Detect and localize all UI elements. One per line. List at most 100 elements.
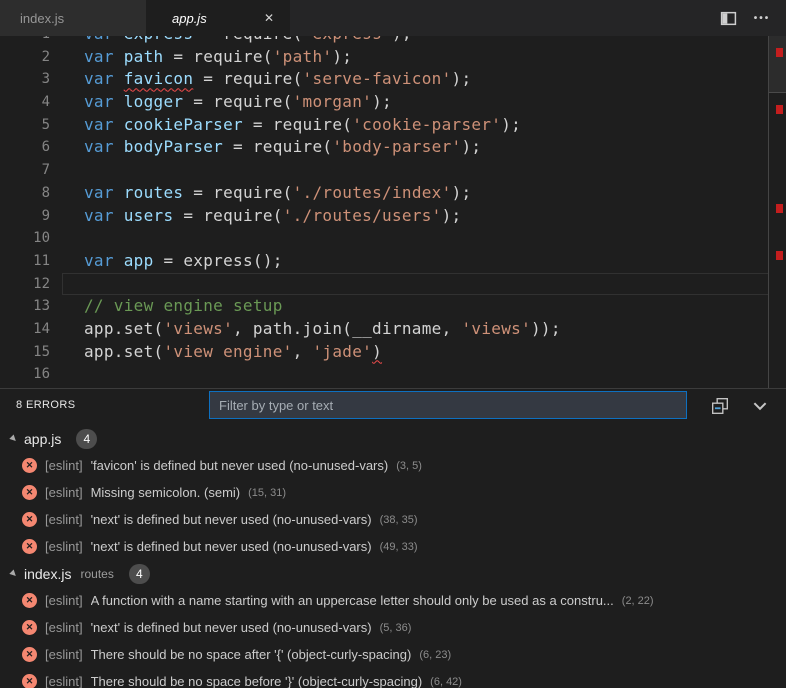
line-number[interactable]: 1 [0,36,50,46]
line-number[interactable]: 5 [0,114,50,137]
line-number[interactable]: 15 [0,341,50,364]
code-line[interactable]: 7 [0,159,769,182]
line-number[interactable]: 4 [0,91,50,114]
chevron-down-icon[interactable] [750,396,770,416]
collapse-all-icon[interactable] [710,396,730,416]
code-line[interactable]: 8 var routes = require('./routes/index'); [0,182,769,205]
code-text: var routes = require('./routes/index'); [84,182,471,205]
line-number[interactable]: 8 [0,182,50,205]
line-number[interactable]: 3 [0,68,50,91]
code-token: app [124,251,154,270]
code-token: 'jade' [312,342,372,361]
problem-message: 'next' is defined but never used (no-unu… [91,539,372,554]
code-token: = require( [223,137,332,156]
error-marker[interactable] [776,204,783,213]
code-token: ); [332,47,352,66]
problem-position: (5, 36) [380,622,412,634]
close-icon[interactable]: ✕ [261,10,277,26]
problem-row[interactable]: ✕[eslint]'next' is defined but never use… [0,506,786,533]
problem-row[interactable]: ✕[eslint]'favicon' is defined but never … [0,452,786,479]
scrollbar-thumb[interactable] [769,36,786,93]
error-marker[interactable] [776,105,783,114]
line-number[interactable]: 16 [0,363,50,386]
code-token: = require( [193,36,302,43]
file-name: app.js [24,431,61,447]
problem-row[interactable]: ✕[eslint]'next' is defined but never use… [0,614,786,641]
code-line[interactable]: 13// view engine setup [0,295,769,318]
tab-app-js[interactable]: app.js ✕ [146,0,290,36]
code-editor[interactable]: 1var express = require('express');2var p… [0,36,786,388]
problem-row[interactable]: ✕[eslint]'next' is defined but never use… [0,533,786,560]
more-actions-icon[interactable]: ••• [752,8,772,28]
problem-message: 'next' is defined but never used (no-unu… [91,512,372,527]
code-line[interactable]: 16 [0,363,769,386]
code-token: var [84,206,114,225]
problem-position: (38, 35) [380,514,418,526]
problem-source: [eslint] [45,593,83,608]
problem-message: There should be no space after '{' (obje… [91,647,412,662]
code-token: ); [442,206,462,225]
code-line[interactable]: 14app.set('views', path.join(__dirname, … [0,318,769,341]
code-token: ); [452,183,472,202]
problem-group-row[interactable]: ▶index.jsroutes4 [0,560,786,587]
line-number[interactable]: 9 [0,205,50,228]
code-line[interactable]: 2var path = require('path'); [0,46,769,69]
problem-row[interactable]: ✕[eslint]Missing semicolon. (semi)(15, 3… [0,479,786,506]
split-editor-icon[interactable] [718,8,738,28]
code-line[interactable]: 1var express = require('express'); [0,36,769,46]
error-marker[interactable] [776,48,783,57]
problem-row[interactable]: ✕[eslint]A function with a name starting… [0,587,786,614]
code-text: var logger = require('morgan'); [84,91,392,114]
code-token: 'views' [163,319,233,338]
code-token: = express(); [154,251,283,270]
filter-input[interactable] [209,391,687,419]
code-token: var [84,115,114,134]
line-number[interactable]: 2 [0,46,50,69]
line-number[interactable]: 7 [0,159,50,182]
problem-row[interactable]: ✕[eslint]There should be no space after … [0,641,786,668]
code-token: = require( [183,92,292,111]
code-line[interactable]: 6var bodyParser = require('body-parser')… [0,136,769,159]
tab-index-js[interactable]: index.js [0,0,146,36]
problem-position: (6, 23) [419,649,451,661]
line-number[interactable]: 10 [0,227,50,250]
code-token: cookieParser [124,115,243,134]
folder-name: routes [80,567,113,581]
code-line[interactable]: 12 [0,273,769,296]
code-line[interactable]: 15app.set('view engine', 'jade') [0,341,769,364]
problem-count-badge: 4 [76,429,97,449]
code-token: 'views' [461,319,531,338]
problem-source: [eslint] [45,485,83,500]
code-text: var cookieParser = require('cookie-parse… [84,114,521,137]
code-token: , path.join(__dirname, [233,319,461,338]
line-number[interactable]: 6 [0,136,50,159]
code-token: = require( [183,183,292,202]
code-token: var [84,251,114,270]
twistie-icon[interactable]: ▶ [7,431,22,446]
line-number[interactable]: 14 [0,318,50,341]
problem-source: [eslint] [45,539,83,554]
twistie-icon[interactable]: ▶ [7,566,22,581]
line-number[interactable]: 13 [0,295,50,318]
error-marker[interactable] [776,251,783,260]
code-line[interactable]: 9var users = require('./routes/users'); [0,205,769,228]
line-number[interactable]: 12 [0,273,50,296]
problems-header: 8 ERRORS [0,389,786,425]
problem-message: A function with a name starting with an … [91,593,614,608]
code-line[interactable]: 4 var logger = require('morgan'); [0,91,769,114]
problem-position: (49, 33) [380,541,418,553]
code-token: path [124,47,164,66]
line-number[interactable]: 11 [0,250,50,273]
code-line[interactable]: 11 var app = express(); [0,250,769,273]
code-token: 'cookie-parser' [352,115,501,134]
problem-row[interactable]: ✕[eslint]There should be no space before… [0,668,786,688]
problem-group-row[interactable]: ▶app.js 4 [0,425,786,452]
problem-source: [eslint] [45,512,83,527]
squiggle-token: favicon [124,69,194,88]
code-line[interactable]: 10 [0,227,769,250]
code-line[interactable]: 3var favicon = require('serve-favicon'); [0,68,769,91]
code-line[interactable]: 5 var cookieParser = require('cookie-pars… [0,114,769,137]
code-token: var [84,183,114,202]
code-token: ); [392,36,412,43]
problem-message: 'next' is defined but never used (no-unu… [91,620,372,635]
